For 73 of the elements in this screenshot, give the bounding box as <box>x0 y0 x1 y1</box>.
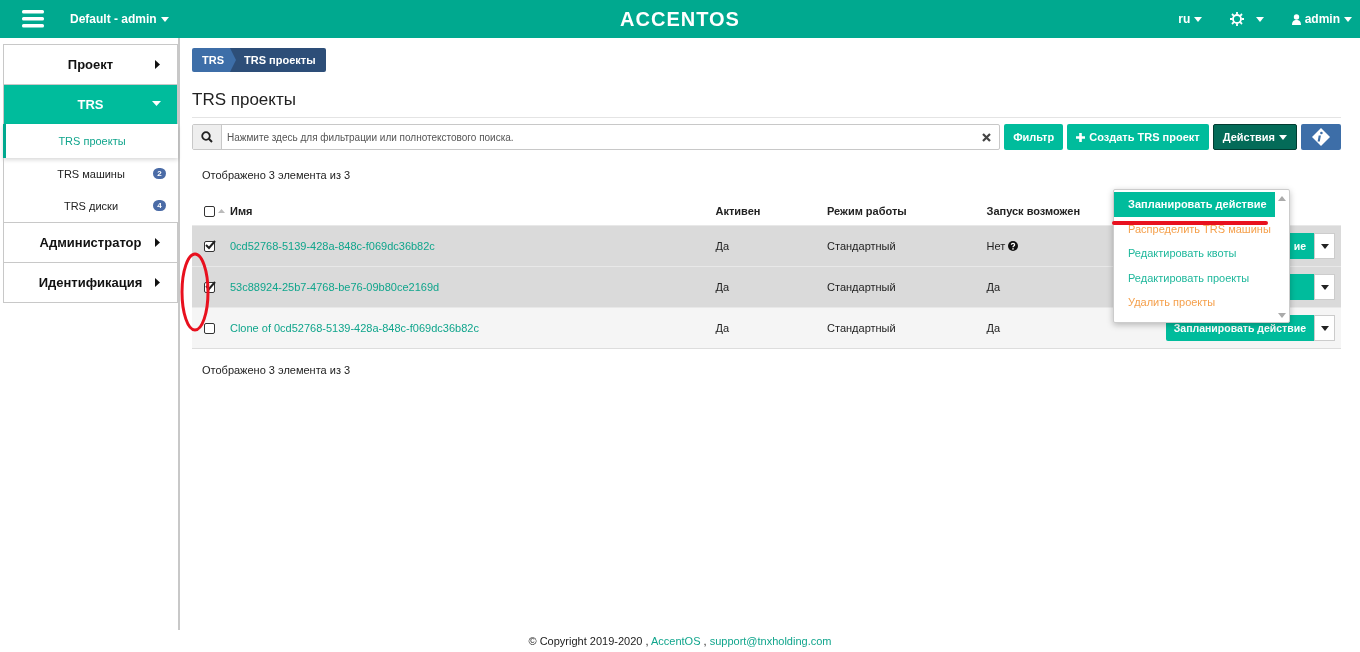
menu-item[interactable]: Удалить проекты <box>1114 290 1275 315</box>
info-icon <box>1312 128 1330 146</box>
search-icon <box>201 131 213 143</box>
count-badge: 2 <box>153 168 166 179</box>
caret-icon <box>1194 16 1203 22</box>
table-cell: Да <box>715 322 730 334</box>
item-count: Отображено 3 элемента из 3 <box>202 169 352 183</box>
plus-icon <box>1076 132 1086 142</box>
row-checkbox[interactable] <box>204 281 215 293</box>
split-dropdown-button[interactable] <box>1314 233 1335 259</box>
create-button[interactable]: Создать TRS проект <box>1067 124 1209 150</box>
menu-item[interactable]: Редактировать квоты <box>1114 241 1275 266</box>
table-cell: Стандартный <box>827 240 896 252</box>
count-badge: 4 <box>153 200 166 211</box>
help-icon[interactable] <box>1008 241 1019 251</box>
split-dropdown-button[interactable] <box>1314 315 1335 341</box>
caret-icon <box>1279 134 1287 140</box>
table-cell: Нет <box>986 240 1006 252</box>
table-cell: Стандартный <box>827 281 896 293</box>
footer-link[interactable]: support@tnxholding.com <box>709 635 832 647</box>
table-cell: Да <box>715 240 730 252</box>
sidebar-item[interactable]: Идентификация <box>3 262 178 302</box>
select-all-checkbox[interactable] <box>204 205 215 217</box>
column-header: Режим работы <box>827 205 907 217</box>
settings-menu[interactable] <box>1230 12 1264 26</box>
user-icon <box>1291 13 1301 25</box>
row-checkbox[interactable] <box>204 322 215 334</box>
caret-icon <box>1320 243 1329 249</box>
sidebar-subitem[interactable]: TRS машины 2 <box>3 158 178 190</box>
clear-icon[interactable] <box>982 132 992 142</box>
menu-item[interactable]: Запланировать действие <box>1114 192 1275 217</box>
table-cell: Да <box>986 281 1001 293</box>
sidebar-item[interactable]: TRS <box>3 84 178 124</box>
caret-down-icon <box>152 101 161 107</box>
sidebar-subitem[interactable]: TRS проекты <box>3 124 178 158</box>
logo: ACCENTOS <box>620 7 740 30</box>
project-link[interactable]: Clone of 0cd52768-5139-428a-848c-f069dc36b82c <box>229 322 479 334</box>
caret-right-icon <box>155 278 161 287</box>
footer-link[interactable]: AccentOS <box>650 635 701 647</box>
project-menu[interactable]: Default - admin <box>70 12 169 26</box>
split-dropdown-button[interactable] <box>1314 274 1335 300</box>
user-menu[interactable]: admin <box>1291 12 1352 26</box>
sidebar-item[interactable]: Администратор <box>3 222 178 262</box>
copyright-text: © Copyright 2019-2020 , AccentOS , support@tnxholding.com <box>528 635 832 647</box>
filter-button[interactable]: Фильтр <box>1004 124 1064 150</box>
table-cell: Да <box>986 322 1001 334</box>
column-header: Запуск возможен <box>986 205 1081 217</box>
caret-right-icon <box>155 60 161 69</box>
caret-icon <box>1344 16 1352 22</box>
language-menu[interactable]: ru <box>1178 12 1203 26</box>
column-header: Имя <box>229 205 253 217</box>
breadcrumb-link[interactable]: TRS <box>192 48 236 72</box>
caret-icon <box>1255 16 1264 22</box>
project-link[interactable]: 0cd52768-5139-428a-848c-f069dc36b82c <box>229 240 435 252</box>
table-cell: Да <box>715 281 730 293</box>
caret-icon <box>160 16 169 22</box>
menu-item[interactable]: Редактировать проекты <box>1114 265 1275 290</box>
info-button[interactable] <box>1301 124 1341 150</box>
breadcrumb-link[interactable]: TRS проекты <box>230 48 326 72</box>
table-cell: Стандартный <box>827 322 896 334</box>
sidebar-item[interactable]: Проект <box>3 44 178 84</box>
settings-icon <box>1230 12 1245 26</box>
column-header: Активен <box>715 205 761 217</box>
project-link[interactable]: 53c88924-25b7-4768-be76-09b80ce2169d <box>229 281 440 293</box>
caret-right-icon <box>155 238 161 247</box>
item-count: Отображено 3 элемента из 3 <box>202 364 352 378</box>
actions-button[interactable]: Действия <box>1212 124 1297 150</box>
page-title: TRS проекты <box>192 90 1341 118</box>
caret-icon <box>1320 325 1329 331</box>
menu-icon[interactable] <box>22 10 44 28</box>
menu-item[interactable]: Распределить TRS машины <box>1114 216 1275 241</box>
row-checkbox[interactable] <box>204 240 215 252</box>
caret-icon <box>1320 284 1329 290</box>
